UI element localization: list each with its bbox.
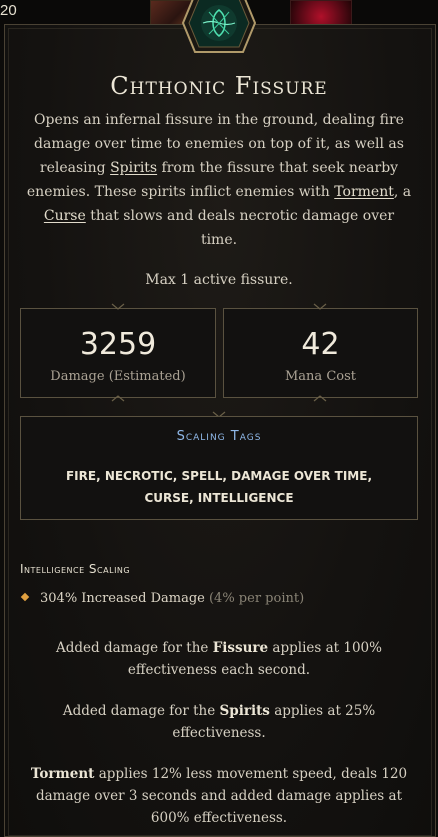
keyword-curse[interactable]: Curse bbox=[44, 208, 86, 224]
diamond-bullet-icon bbox=[20, 592, 30, 602]
intelligence-scaling-heading: Intelligence Scaling bbox=[20, 562, 131, 576]
damage-stat-box: 3259 Damage (Estimated) bbox=[20, 308, 216, 398]
scaling-tags-box: Scaling Tags FIRE, NECROTIC, SPELL, DAMA… bbox=[20, 416, 418, 520]
mana-label: Mana Cost bbox=[285, 369, 356, 384]
skill-title: Chthonic Fissure bbox=[110, 72, 328, 100]
chthonic-fissure-icon bbox=[181, 0, 257, 53]
skill-description: Opens an infernal fissure in the ground,… bbox=[26, 112, 412, 248]
ornament-icon bbox=[111, 303, 125, 310]
ornament-icon bbox=[111, 395, 125, 402]
fissure-note: Added damage for the Fissure applies at … bbox=[56, 640, 382, 678]
scaling-per-point: (4% per point) bbox=[208, 591, 305, 606]
keyword-torment[interactable]: Torment bbox=[334, 184, 394, 200]
scaling-bonus-row: 304% Increased Damage (4% per point) bbox=[20, 591, 305, 606]
ornament-icon bbox=[313, 395, 327, 402]
scaling-tags-title: Scaling Tags bbox=[176, 429, 262, 444]
spirits-note: Added damage for the Spirits applies at … bbox=[62, 703, 376, 741]
damage-label: Damage (Estimated) bbox=[50, 369, 186, 384]
damage-value: 3259 bbox=[79, 327, 157, 362]
scaling-bonus-text: 304% Increased Damage bbox=[40, 591, 205, 606]
level-number: 20 bbox=[0, 2, 17, 19]
ornament-icon bbox=[313, 303, 327, 310]
mana-value: 42 bbox=[301, 327, 340, 362]
mana-stat-box: 42 Mana Cost bbox=[223, 308, 418, 398]
torment-note: Torment applies 12% less movement speed,… bbox=[30, 766, 408, 826]
keyword-spirits[interactable]: Spirits bbox=[110, 160, 157, 176]
scaling-tags-list: FIRE, NECROTIC, SPELL, DAMAGE OVER TIME,… bbox=[65, 469, 372, 505]
max-active-text: Max 1 active fissure. bbox=[145, 272, 293, 288]
